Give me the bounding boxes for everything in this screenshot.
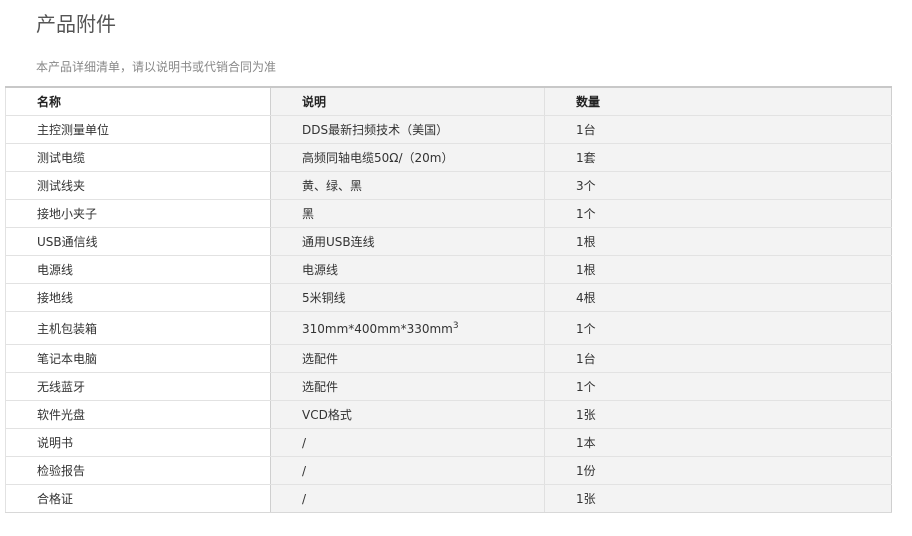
table-body: 主控测量单位 DDS最新扫频技术（美国） 1台 测试电缆 高频同轴电缆50Ω/（20m）… xyxy=(5,115,892,513)
cell-quantity: 1根 xyxy=(544,227,892,256)
cell-description: / xyxy=(270,456,545,485)
page-subtitle: 本产品详细清单，请以说明书或代销合同为准 xyxy=(36,60,277,74)
table-row: 说明书 / 1本 xyxy=(5,428,892,457)
cell-description: 通用USB连线 xyxy=(270,227,545,256)
cell-description-text: VCD格式 xyxy=(302,408,352,422)
cell-name: 测试线夹 xyxy=(5,171,271,200)
cell-name: 合格证 xyxy=(5,484,271,513)
cell-name: 主控测量单位 xyxy=(5,115,271,144)
cell-description-text: / xyxy=(302,491,307,506)
table-row: 合格证 / 1张 xyxy=(5,484,892,513)
cell-description-text: / xyxy=(302,463,307,478)
cell-name: 接地小夹子 xyxy=(5,199,271,228)
cell-name: 软件光盘 xyxy=(5,400,271,429)
cell-name: 主机包装箱 xyxy=(5,311,271,345)
cell-description-text: 选配件 xyxy=(302,380,339,394)
cell-name: USB通信线 xyxy=(5,227,271,256)
cell-description-text: 黄、绿、黑 xyxy=(302,179,363,193)
table-row: 检验报告 / 1份 xyxy=(5,456,892,485)
table-row: 笔记本电脑 选配件 1台 xyxy=(5,344,892,373)
accessories-table-container: 名称 说明 数量 主控测量单位 DDS最新扫频技术（美国） 1台 测试电缆 高频同轴电缆… xyxy=(5,86,892,513)
cell-name: 检验报告 xyxy=(5,456,271,485)
table-row: 无线蓝牙 选配件 1个 xyxy=(5,372,892,401)
column-header-quantity: 数量 xyxy=(544,87,892,116)
cell-description-text: 黑 xyxy=(302,207,315,221)
cell-name: 电源线 xyxy=(5,255,271,284)
cell-quantity: 1套 xyxy=(544,143,892,172)
cell-quantity: 1根 xyxy=(544,255,892,284)
cell-description: 高频同轴电缆50Ω/（20m） xyxy=(270,143,545,172)
cell-quantity: 1份 xyxy=(544,456,892,485)
cell-description: 5米铜线 xyxy=(270,283,545,312)
column-header-description: 说明 xyxy=(270,87,545,116)
cell-description-text: 高频同轴电缆50Ω/（20m） xyxy=(302,151,454,165)
cell-quantity: 1个 xyxy=(544,372,892,401)
table-row: 测试电缆 高频同轴电缆50Ω/（20m） 1套 xyxy=(5,143,892,172)
cell-description-superscript: 3 xyxy=(452,320,459,331)
table-header-row: 名称 说明 数量 xyxy=(5,87,892,116)
cell-description-text: 电源线 xyxy=(302,263,339,277)
cell-quantity: 3个 xyxy=(544,171,892,200)
cell-description-text: / xyxy=(302,435,307,450)
table-row: 接地线 5米铜线 4根 xyxy=(5,283,892,312)
table-row: 电源线 电源线 1根 xyxy=(5,255,892,284)
cell-description: DDS最新扫频技术（美国） xyxy=(270,115,545,144)
table-row: 主控测量单位 DDS最新扫频技术（美国） 1台 xyxy=(5,115,892,144)
cell-description: VCD格式 xyxy=(270,400,545,429)
table-row: 主机包装箱 310mm*400mm*330mm3 1个 xyxy=(5,311,892,345)
cell-quantity: 1本 xyxy=(544,428,892,457)
cell-name: 接地线 xyxy=(5,283,271,312)
cell-quantity: 1张 xyxy=(544,484,892,513)
cell-quantity: 1个 xyxy=(544,199,892,228)
cell-description: 选配件 xyxy=(270,344,545,373)
cell-quantity: 1个 xyxy=(544,311,892,345)
cell-description: 电源线 xyxy=(270,255,545,284)
accessories-table: 名称 说明 数量 主控测量单位 DDS最新扫频技术（美国） 1台 测试电缆 高频同轴电缆… xyxy=(5,86,892,513)
column-header-name: 名称 xyxy=(5,87,271,116)
cell-description: / xyxy=(270,428,545,457)
cell-name: 说明书 xyxy=(5,428,271,457)
cell-quantity: 1台 xyxy=(544,344,892,373)
table-row: 测试线夹 黄、绿、黑 3个 xyxy=(5,171,892,200)
cell-description-text: 310mm*400mm*330mm xyxy=(302,321,453,336)
cell-description-text: 5米铜线 xyxy=(302,291,346,305)
cell-description-text: 通用USB连线 xyxy=(302,235,375,249)
cell-quantity: 1张 xyxy=(544,400,892,429)
cell-description-text: 选配件 xyxy=(302,352,339,366)
table-row: USB通信线 通用USB连线 1根 xyxy=(5,227,892,256)
cell-description: 310mm*400mm*330mm3 xyxy=(270,311,545,345)
cell-description: 选配件 xyxy=(270,372,545,401)
page-title: 产品附件 xyxy=(36,12,116,36)
cell-description: 黄、绿、黑 xyxy=(270,171,545,200)
cell-description: 黑 xyxy=(270,199,545,228)
cell-description-text: DDS最新扫频技术（美国） xyxy=(302,123,449,137)
cell-description: / xyxy=(270,484,545,513)
table-row: 软件光盘 VCD格式 1张 xyxy=(5,400,892,429)
cell-quantity: 4根 xyxy=(544,283,892,312)
cell-quantity: 1台 xyxy=(544,115,892,144)
cell-name: 无线蓝牙 xyxy=(5,372,271,401)
cell-name: 测试电缆 xyxy=(5,143,271,172)
cell-name: 笔记本电脑 xyxy=(5,344,271,373)
table-row: 接地小夹子 黑 1个 xyxy=(5,199,892,228)
